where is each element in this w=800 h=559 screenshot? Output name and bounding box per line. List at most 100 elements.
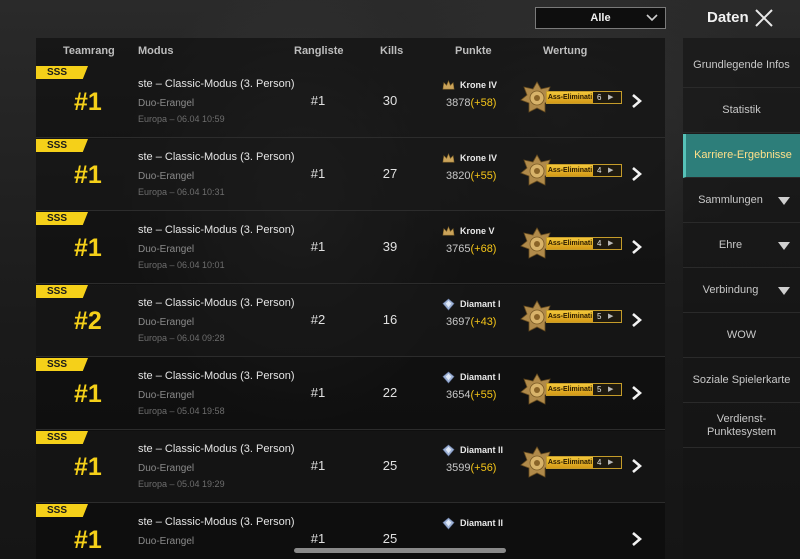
sidebar-item-grundlegende-infos[interactable]: Grundlegende Infos [683,44,800,88]
sidebar-item-label: Verbindung [702,284,759,296]
sidebar-item-verbindung[interactable]: Verbindung [683,269,800,313]
rating-label: Ass-Eliminati [547,457,593,468]
mode-label: ste – Classic-Modus (3. Person) [138,78,295,90]
chevron-down-icon [778,242,790,250]
rating-arrow-icon: ▶ [608,240,614,247]
points-total: 3765 [446,243,471,255]
horizontal-scrollbar[interactable] [294,548,506,553]
team-rank: #1 [74,380,102,408]
crown-tier-icon [442,226,455,236]
leaderboard-rank: #1 [310,531,326,546]
sidebar-item-wow[interactable]: WOW [683,314,800,358]
kills-value: 27 [382,166,398,181]
sidebar-item-statistik[interactable]: Statistik [683,89,800,133]
close-icon[interactable] [754,8,774,28]
leaderboard-rank: #1 [310,166,326,181]
map-label: Duo-Erangel [138,317,195,328]
points-delta: (+68) [470,243,497,255]
mode-label: ste – Classic-Modus (3. Person) [138,443,295,455]
rating-pill: Ass-Eliminati 4 ▶ [546,456,622,469]
diamond-tier-icon [442,371,455,384]
mode-label: ste – Classic-Modus (3. Person) [138,224,295,236]
rating-label: Ass-Eliminati [547,384,593,395]
table-row[interactable]: SSS #1 ste – Classic-Modus (3. Person) D… [36,139,665,211]
rating-count: 4 [597,239,602,248]
leaderboard-rank: #1 [310,458,326,473]
table-row[interactable]: SSS #1 ste – Classic-Modus (3. Person) D… [36,431,665,503]
rating-count: 4 [597,458,602,467]
chevron-right-icon[interactable] [628,457,646,475]
tier-label: Diamant II [460,445,504,455]
sidebar-item-verdienst-punktesystem[interactable]: Verdienst-Punktesystem [683,404,800,448]
chevron-right-icon[interactable] [628,311,646,329]
chevron-right-icon[interactable] [628,165,646,183]
map-label: Duo-Erangel [138,244,195,255]
map-label: Duo-Erangel [138,98,195,109]
chevron-right-icon[interactable] [628,238,646,256]
rating-arrow-icon: ▶ [608,94,614,101]
map-label: Duo-Erangel [138,463,195,474]
team-rank: #1 [74,161,102,189]
grade-badge: SSS [36,285,88,298]
rating-arrow-icon: ▶ [608,459,614,466]
sidebar-item-label: Verdienst-Punktesystem [706,412,777,438]
points-total: 3599 [446,462,471,474]
mode-label: ste – Classic-Modus (3. Person) [138,516,295,528]
sidebar-item-label: WOW [726,329,757,341]
chevron-down-icon [778,287,790,295]
tier-label: Krone V [460,226,495,236]
filter-dropdown[interactable]: Alle [535,7,666,29]
mode-label: ste – Classic-Modus (3. Person) [138,297,295,309]
points-value: 3878(+58) [446,97,496,109]
points-value: 3599(+56) [446,462,496,474]
crown-tier-icon [442,80,455,90]
region-time: Europa – 06.04 10:59 [138,114,225,124]
page-title: Daten [707,9,749,26]
rating-count: 5 [597,385,602,394]
team-rank: #1 [74,88,102,116]
table-row[interactable]: SSS #1 ste – Classic-Modus (3. Person) D… [36,212,665,284]
chevron-right-icon[interactable] [628,530,646,548]
leaderboard-rank: #1 [310,93,326,108]
region-time: Europa – 06.04 10:01 [138,260,225,270]
team-rank: #1 [74,526,102,554]
points-delta: (+55) [470,389,497,401]
chevron-down-icon [646,14,658,22]
col-points: Punkte [455,45,492,57]
rating-pill: Ass-Eliminati 6 ▶ [546,91,622,104]
points-total: 3654 [446,389,471,401]
rating-pill: Ass-Eliminati 5 ▶ [546,310,622,323]
points-delta: (+58) [470,97,497,109]
rating-pill: Ass-Eliminati 4 ▶ [546,237,622,250]
chevron-right-icon[interactable] [628,92,646,110]
diamond-tier-icon [442,444,455,457]
kills-value: 25 [382,458,398,473]
rating-label: Ass-Eliminati [547,92,593,103]
region-time: Europa – 06.04 10:31 [138,187,225,197]
table-row[interactable]: SSS #1 ste – Classic-Modus (3. Person) D… [36,358,665,430]
sidebar-item-label: Statistik [722,104,761,116]
sidebar-item-soziale-spielerkarte[interactable]: Soziale Spielerkarte [683,359,800,403]
tier-label: Diamant I [460,299,501,309]
diamond-tier-icon [442,517,455,530]
points-value: 3697(+43) [446,316,496,328]
sidebar-item-sammlungen[interactable]: Sammlungen [683,179,800,223]
sidebar-item-label: Ehre [718,239,743,251]
points-total: 3878 [446,97,471,109]
rating-arrow-icon: ▶ [608,386,614,393]
career-results-table: Teamrang Modus Rangliste Kills Punkte We… [36,38,665,559]
kills-value: 22 [382,385,398,400]
leaderboard-rank: #1 [310,385,326,400]
sidebar-item-karriere-ergebnisse[interactable]: Karriere-Ergebnisse [683,134,800,178]
points-value: 3820(+55) [446,170,496,182]
chevron-right-icon[interactable] [628,384,646,402]
sidebar-item-ehre[interactable]: Ehre [683,224,800,268]
leaderboard-rank: #1 [310,239,326,254]
table-row[interactable]: SSS #2 ste – Classic-Modus (3. Person) D… [36,285,665,357]
filter-value: Alle [590,12,611,24]
kills-value: 25 [382,531,398,546]
table-row[interactable]: SSS #1 ste – Classic-Modus (3. Person) D… [36,66,665,138]
grade-badge: SSS [36,358,88,371]
col-mode: Modus [138,45,174,57]
grade-badge: SSS [36,139,88,152]
